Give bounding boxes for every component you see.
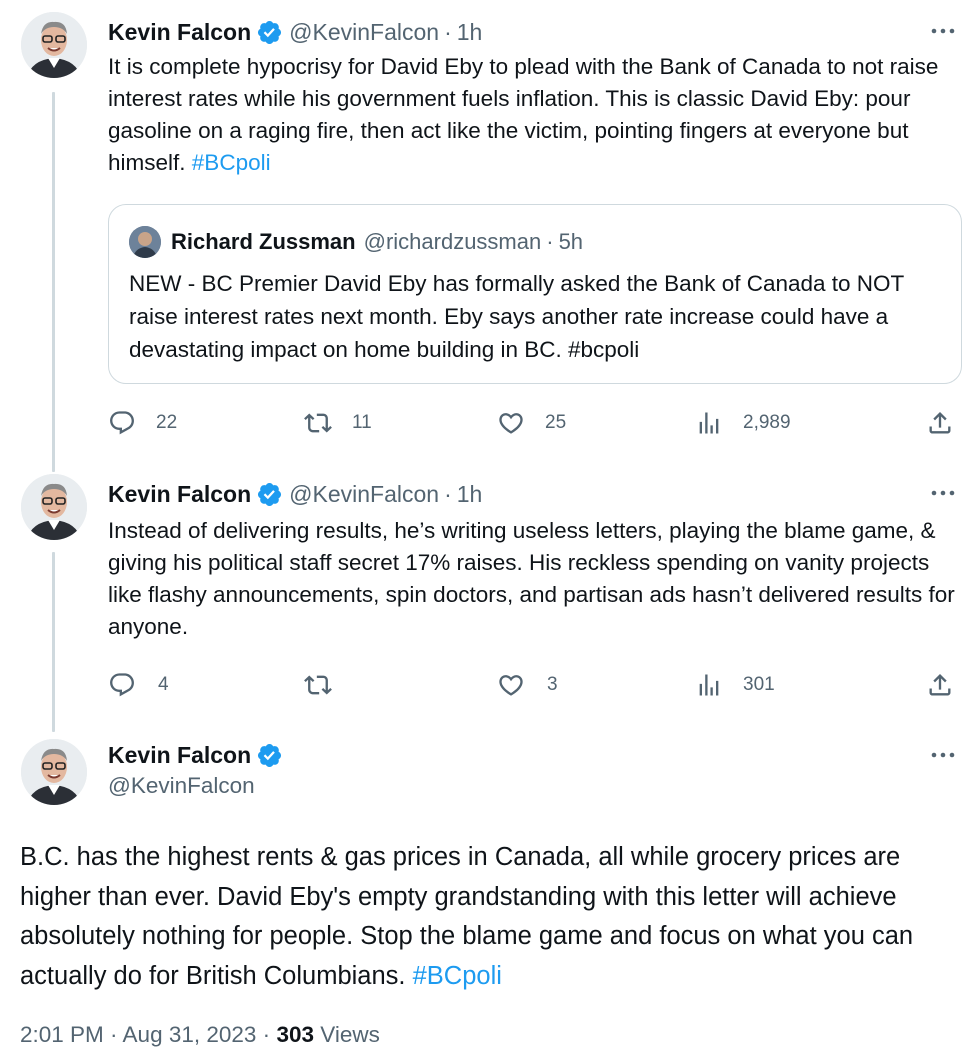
verified-badge-icon bbox=[256, 481, 283, 508]
quoted-avatar[interactable] bbox=[129, 226, 161, 258]
reply-icon bbox=[110, 673, 134, 697]
reply-count: 22 bbox=[156, 412, 178, 433]
like-icon bbox=[499, 675, 523, 696]
views-count: 301 bbox=[743, 674, 775, 695]
more-icon[interactable] bbox=[928, 743, 958, 767]
retweet-button[interactable]: 11 bbox=[304, 405, 372, 441]
avatar[interactable] bbox=[21, 474, 87, 540]
hashtag-link[interactable]: #BCpoli bbox=[192, 150, 271, 175]
retweet-icon bbox=[304, 413, 332, 433]
retweet-count: 11 bbox=[352, 412, 372, 433]
main-tweet-header: Kevin Falcon bbox=[108, 739, 289, 771]
reply-button[interactable]: 22 bbox=[108, 405, 177, 441]
verified-badge-icon bbox=[256, 742, 283, 769]
separator: · bbox=[546, 229, 554, 254]
tweet-time[interactable]: 1h bbox=[457, 481, 483, 508]
author-handle[interactable]: @KevinFalcon bbox=[289, 481, 439, 508]
reply-count: 4 bbox=[158, 674, 169, 695]
verified-badge-icon bbox=[256, 19, 283, 46]
author-name[interactable]: Kevin Falcon bbox=[108, 742, 251, 769]
views-icon bbox=[699, 674, 719, 696]
share-button[interactable] bbox=[926, 405, 954, 441]
tweet-header: Kevin Falcon @KevinFalcon · 1h bbox=[108, 15, 482, 49]
like-icon bbox=[499, 413, 523, 434]
retweet-button[interactable] bbox=[304, 667, 352, 703]
reply-icon bbox=[110, 411, 134, 435]
hashtag-link[interactable]: #BCpoli bbox=[413, 962, 502, 990]
retweet-icon bbox=[304, 675, 332, 695]
like-count: 3 bbox=[547, 674, 558, 695]
views-icon bbox=[699, 412, 719, 434]
views-button[interactable]: 2,989 bbox=[695, 405, 791, 441]
main-tweet-text: B.C. has the highest rents & gas prices … bbox=[20, 838, 970, 996]
views-count: 2,989 bbox=[743, 412, 791, 433]
reply-button[interactable]: 4 bbox=[108, 667, 169, 703]
action-bar: 22 11 25 2,989 bbox=[108, 405, 968, 441]
tweet-time[interactable]: 1h bbox=[457, 19, 483, 46]
quoted-tweet[interactable]: Richard Zussman @richardzussman · 5h NEW… bbox=[108, 204, 962, 384]
separator: · bbox=[444, 480, 452, 507]
like-button[interactable]: 3 bbox=[497, 667, 558, 703]
more-icon[interactable] bbox=[928, 481, 958, 505]
share-icon bbox=[929, 412, 951, 434]
author-handle[interactable]: @KevinFalcon bbox=[289, 19, 439, 46]
share-icon bbox=[929, 674, 951, 696]
like-count: 25 bbox=[545, 412, 567, 433]
views-button[interactable]: 301 bbox=[695, 667, 775, 703]
views-label: Views bbox=[320, 1022, 380, 1047]
tweet-meta: 2:01 PM · Aug 31, 2023 · 303 Views bbox=[20, 1022, 380, 1048]
author-name[interactable]: Kevin Falcon bbox=[108, 481, 251, 508]
more-icon[interactable] bbox=[928, 19, 958, 43]
quoted-time: 5h bbox=[558, 229, 584, 254]
avatar[interactable] bbox=[21, 12, 87, 78]
tweet-text: Instead of delivering results, he’s writ… bbox=[108, 518, 955, 639]
tweet-1[interactable]: Kevin Falcon @KevinFalcon · 1h It is com… bbox=[0, 12, 980, 455]
like-button[interactable]: 25 bbox=[497, 405, 566, 441]
quoted-header: Richard Zussman @richardzussman · 5h bbox=[171, 226, 583, 258]
avatar[interactable] bbox=[21, 739, 87, 805]
separator: · bbox=[444, 18, 452, 45]
tweet-2[interactable]: Kevin Falcon @KevinFalcon · 1h Instead o… bbox=[0, 474, 980, 707]
quoted-author-name[interactable]: Richard Zussman bbox=[171, 229, 356, 255]
quoted-text: NEW - BC Premier David Eby has formally … bbox=[129, 271, 904, 362]
author-name[interactable]: Kevin Falcon bbox=[108, 19, 251, 46]
share-button[interactable] bbox=[926, 667, 954, 703]
timestamp[interactable]: 2:01 PM · Aug 31, 2023 · bbox=[20, 1022, 270, 1047]
tweet-text: It is complete hypocrisy for David Eby t… bbox=[108, 51, 958, 179]
action-bar: 4 3 301 bbox=[108, 667, 968, 703]
views-count: 303 bbox=[276, 1022, 314, 1047]
author-handle[interactable]: @KevinFalcon bbox=[108, 773, 255, 799]
tweet-header: Kevin Falcon @KevinFalcon · 1h bbox=[108, 477, 482, 511]
quoted-author-handle[interactable]: @richardzussman bbox=[364, 229, 542, 255]
